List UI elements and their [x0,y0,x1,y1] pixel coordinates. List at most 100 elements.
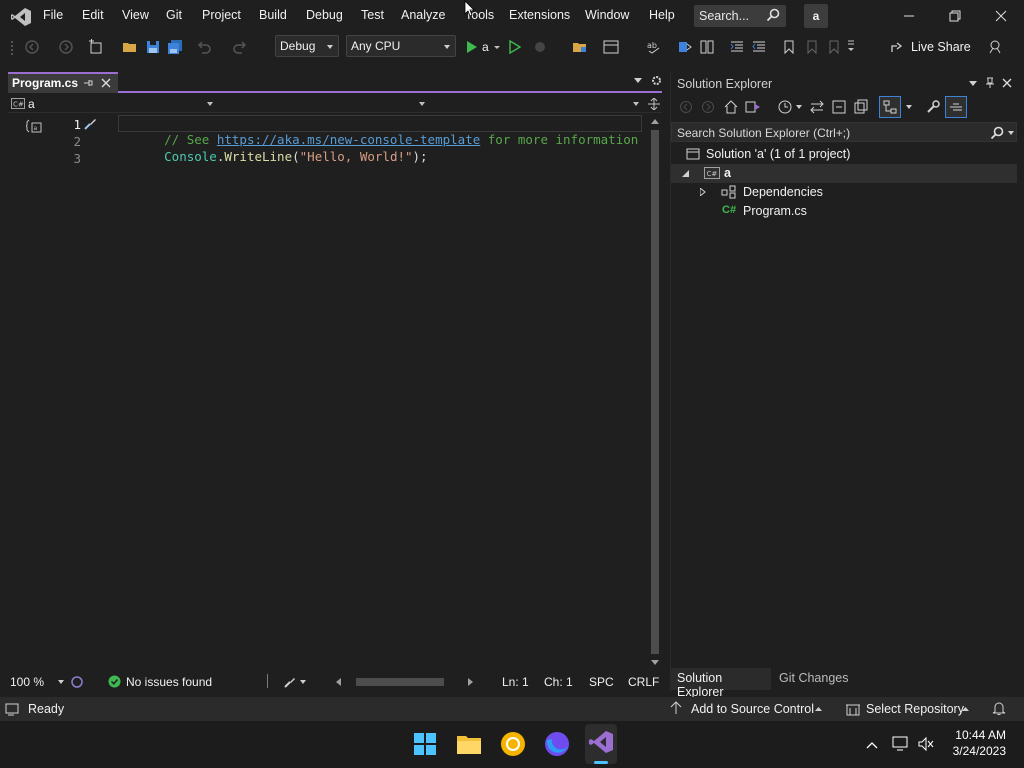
pending-changes-toggle[interactable] [945,96,967,118]
navigate-forward-icon[interactable] [58,39,74,55]
scroll-right-icon[interactable] [468,678,474,686]
code-editor[interactable]: a 1 2 3 // See https://aka.ms/new-consol… [8,114,648,666]
switch-views-icon[interactable] [745,99,761,115]
run-target-label[interactable]: a [482,40,489,54]
menu-window[interactable]: Window [585,8,629,22]
type-scope-dropdown[interactable] [218,95,428,113]
taskbar-clock[interactable]: 10:44 AM 3/24/2023 [953,727,1006,759]
menu-view[interactable]: View [122,8,149,22]
filter-dropdown-icon[interactable] [796,105,802,109]
tab-list-dropdown-icon[interactable] [634,78,642,84]
chrome-browser-icon[interactable] [498,729,528,759]
spell-check-icon[interactable]: ab [646,39,662,55]
network-monitor-icon[interactable] [892,736,910,752]
select-repository-button[interactable]: Select Repository [866,702,964,716]
add-to-source-control-button[interactable]: Add to Source Control [691,702,814,716]
zoom-level[interactable]: 100 % [10,675,44,689]
step-into-icon[interactable] [677,39,693,55]
feedback-icon[interactable] [987,39,1003,55]
solution-folder-icon[interactable] [572,39,588,55]
code-cleanup-brush-icon[interactable] [282,675,296,689]
collapse-arrow-icon[interactable] [682,170,689,177]
split-editor-icon[interactable] [648,98,660,110]
tree-item-program-cs[interactable]: C# Program.cs [671,202,1017,221]
previous-bookmark-icon[interactable] [803,39,819,55]
pending-changes-filter-icon[interactable] [777,99,793,115]
profile-badge[interactable]: a [804,4,828,28]
sync-with-document-icon[interactable] [809,99,825,115]
zoom-dropdown-icon[interactable] [58,680,64,684]
solution-search-input[interactable]: Search Solution Explorer (Ctrl+;) [671,122,1017,142]
restore-icon[interactable] [945,6,965,26]
close-window-icon[interactable] [991,6,1011,26]
collapse-all-icon[interactable] [831,99,847,115]
tree-item-project[interactable]: C# a [671,164,1017,183]
home-icon[interactable] [723,99,739,115]
scroll-left-icon[interactable] [336,678,342,686]
preview-selected-items-button[interactable] [879,96,901,118]
back-icon[interactable] [679,100,693,114]
horizontal-scroll-thumb[interactable] [356,678,444,686]
bookmark-icon[interactable] [781,39,797,55]
scroll-down-icon[interactable] [651,660,659,666]
scroll-up-icon[interactable] [651,119,659,125]
taskbar-visual-studio-active[interactable] [585,724,617,764]
redo-icon[interactable] [232,39,248,55]
cursor-char[interactable]: Ch: 1 [544,675,573,689]
toolbar-overflow-icon[interactable] [847,39,855,55]
menu-analyze[interactable]: Analyze [401,8,445,22]
undo-icon[interactable] [196,39,212,55]
volume-muted-icon[interactable] [917,736,935,752]
project-scope-dropdown[interactable]: C# a [8,95,216,113]
close-panel-icon[interactable] [1002,78,1012,88]
tab-solution-explorer[interactable]: Solution Explorer [671,668,771,699]
firefox-browser-icon[interactable] [542,729,572,759]
copilot-icon[interactable] [70,675,84,689]
hot-reload-icon[interactable] [532,39,548,55]
settings-gear-icon[interactable] [651,75,662,86]
next-bookmark-icon[interactable] [825,39,841,55]
file-explorer-icon[interactable] [454,729,484,759]
ready-output-icon[interactable] [5,702,19,716]
start-without-debugging-icon[interactable] [507,39,523,55]
tree-item-solution[interactable]: Solution 'a' (1 of 1 project) [671,145,1017,164]
menu-test[interactable]: Test [361,8,384,22]
cursor-line[interactable]: Ln: 1 [502,675,529,689]
minimize-icon[interactable] [899,6,919,26]
source-control-dropdown-icon[interactable] [815,707,822,711]
menu-file[interactable]: File [43,8,63,22]
windows-start-icon[interactable] [410,729,440,759]
save-all-icon[interactable] [167,39,183,55]
menu-git[interactable]: Git [166,8,182,22]
layout-icon[interactable] [603,39,619,55]
indent-icon[interactable] [729,39,745,55]
menu-project[interactable]: Project [202,8,241,22]
search-options-dropdown-icon[interactable] [1008,131,1014,135]
run-target-dropdown-icon[interactable] [493,39,501,55]
preview-dropdown-icon[interactable] [906,105,912,109]
pin-panel-icon[interactable] [985,77,995,89]
configuration-select[interactable]: Debug [275,35,339,57]
panel-options-dropdown-icon[interactable] [969,81,977,87]
tab-git-changes[interactable]: Git Changes [779,671,848,685]
repository-dropdown-icon[interactable] [962,707,969,711]
menu-build[interactable]: Build [259,8,287,22]
member-scope-dropdown[interactable] [430,95,642,113]
menu-debug[interactable]: Debug [306,8,343,22]
outdent-icon[interactable] [751,39,767,55]
search-box[interactable]: Search... [694,5,786,27]
whitespace-mode[interactable]: SPC [589,675,614,689]
compare-files-icon[interactable] [699,39,715,55]
properties-wrench-icon[interactable] [925,99,941,115]
tab-program-cs[interactable]: Program.cs [8,72,118,93]
line-ending[interactable]: CRLF [628,675,659,689]
show-hidden-icons-chevron-icon[interactable] [866,741,878,749]
horizontal-scrollbar[interactable] [336,677,478,687]
issues-status[interactable]: No issues found [126,675,212,689]
forward-icon[interactable] [701,100,715,114]
menu-edit[interactable]: Edit [82,8,104,22]
close-tab-icon[interactable] [101,78,111,88]
menu-help[interactable]: Help [649,8,675,22]
show-all-files-icon[interactable] [853,99,869,115]
open-folder-icon[interactable] [122,39,138,55]
